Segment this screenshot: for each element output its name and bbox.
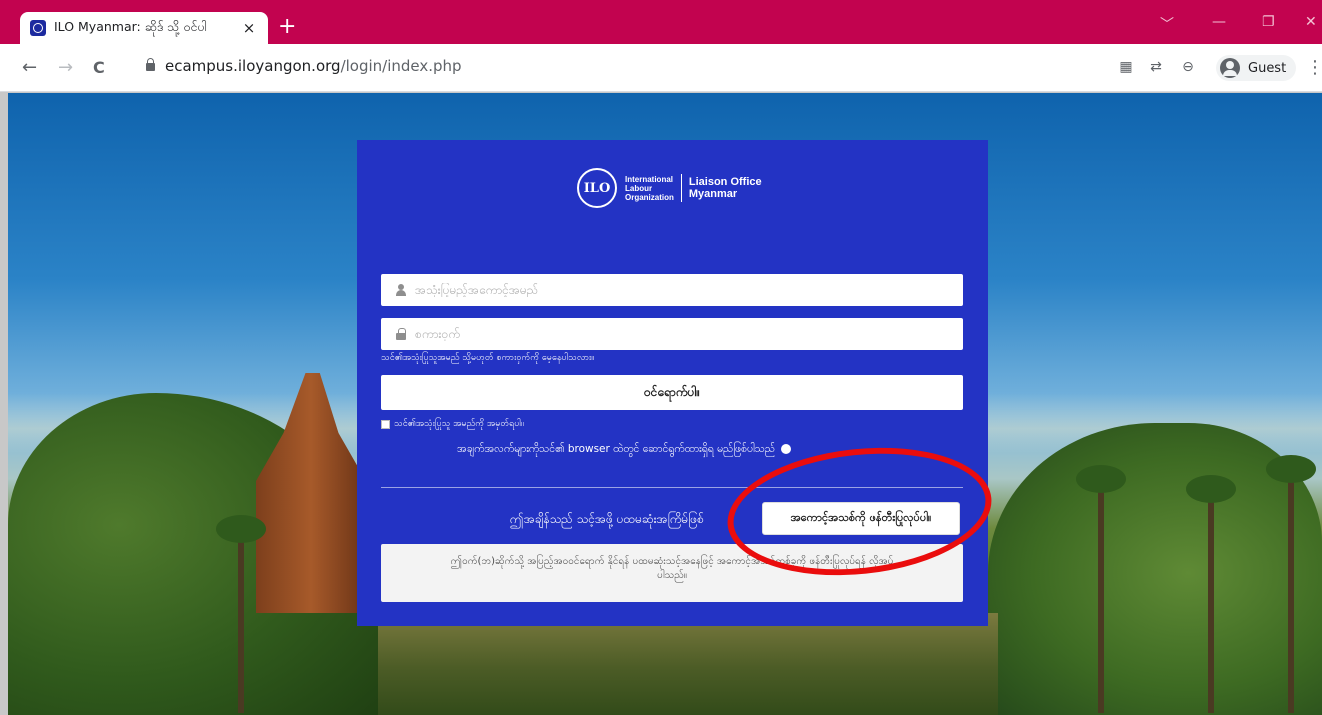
url-bar[interactable]: ecampus.iloyangon.org/login/index.php [165,57,462,75]
url-path: /login/index.php [340,57,462,75]
url-host: ecampus.iloyangon.org [165,57,341,75]
username-input[interactable] [415,283,955,297]
lock-icon[interactable] [146,58,155,71]
login-button[interactable]: ဝင်ရောက်ပါ။ [381,375,963,410]
username-field[interactable] [381,274,963,306]
palm-tree [216,515,266,713]
browser-tab[interactable]: ILO Myanmar: ဆိုဒ် သို့ ဝင်ပါ × [20,12,268,44]
back-button[interactable]: ← [22,57,37,78]
tab-title: ILO Myanmar: ဆိုဒ် သို့ ဝင်ပါ [54,18,207,34]
tab-search-icon[interactable]: ﹀ [1160,14,1174,34]
minimize-button[interactable]: — [1212,14,1226,30]
logo-divider [680,174,682,202]
reload-button[interactable]: C [93,58,105,77]
browser-titlebar: ILO Myanmar: ဆိုဒ် သို့ ဝင်ပါ × + ﹀ — ❐ … [0,0,1322,44]
translate-icon[interactable]: ⇄ [1148,59,1164,75]
forgot-password-link[interactable]: သင်၏အသုံးပြုသူအမည် သို့မဟုတ် စကားဝှက်ကို… [381,352,594,365]
tab-close-button[interactable]: × [240,19,258,37]
site-favicon-icon [30,20,46,36]
ilo-logo: ILO International Labour Organization Li… [577,168,762,208]
browser-menu-icon[interactable]: ⋮ [1306,57,1322,78]
remember-label: သင်၏အသုံးပြုသူ အမည်ကို အမှတ်ရပါ။ [394,419,524,429]
restore-button[interactable]: ❐ [1262,14,1275,30]
cookies-notice: အချက်အလက်များကိုသင်၏ browser ထဲတွင် ဆောင… [457,443,792,458]
ground-foliage [378,613,998,715]
new-tab-button[interactable]: + [278,16,296,38]
browser-toolbar: ← → C ecampus.iloyangon.org/login/index.… [0,44,1322,92]
remember-checkbox[interactable] [381,420,390,429]
palm-tree [1266,455,1316,713]
logo-org-line: Organization [625,192,674,202]
logo-office-line: Liaison Office [688,176,762,188]
remember-username[interactable]: သင်၏အသုံးပြုသူ အမည်ကို အမှတ်ရပါ။ [381,418,524,431]
logo-org-line: International [625,174,674,184]
profile-button[interactable]: Guest [1216,55,1296,81]
logo-org-line: Labour [625,183,653,193]
avatar-icon [1220,58,1240,78]
logo-org-name: International Labour Organization [625,175,674,202]
logo-office-line: Myanmar [688,188,738,200]
first-time-text: ဤအချိန်သည် သင့်အဖို့ ပထမဆုံးအကြိမ်ဖြစ် [510,512,704,526]
palm-tree [1076,465,1126,713]
help-icon[interactable] [781,444,792,454]
logo-office-name: Liaison Office Myanmar [689,176,762,200]
lock-icon [395,328,407,340]
ilo-emblem-icon: ILO [577,168,617,208]
user-icon [395,284,407,296]
password-input[interactable] [415,327,955,341]
profile-label: Guest [1248,60,1287,76]
palm-tree [1186,475,1236,713]
password-field[interactable] [381,318,963,350]
zoom-icon[interactable]: ⊖ [1180,59,1196,75]
cookies-text: အချက်အလက်များကိုသင်၏ browser ထဲတွင် ဆောင… [457,443,776,455]
qr-code-icon[interactable]: ▦ [1118,59,1134,75]
forward-button[interactable]: → [58,57,73,78]
close-window-button[interactable]: ✕ [1305,14,1317,30]
